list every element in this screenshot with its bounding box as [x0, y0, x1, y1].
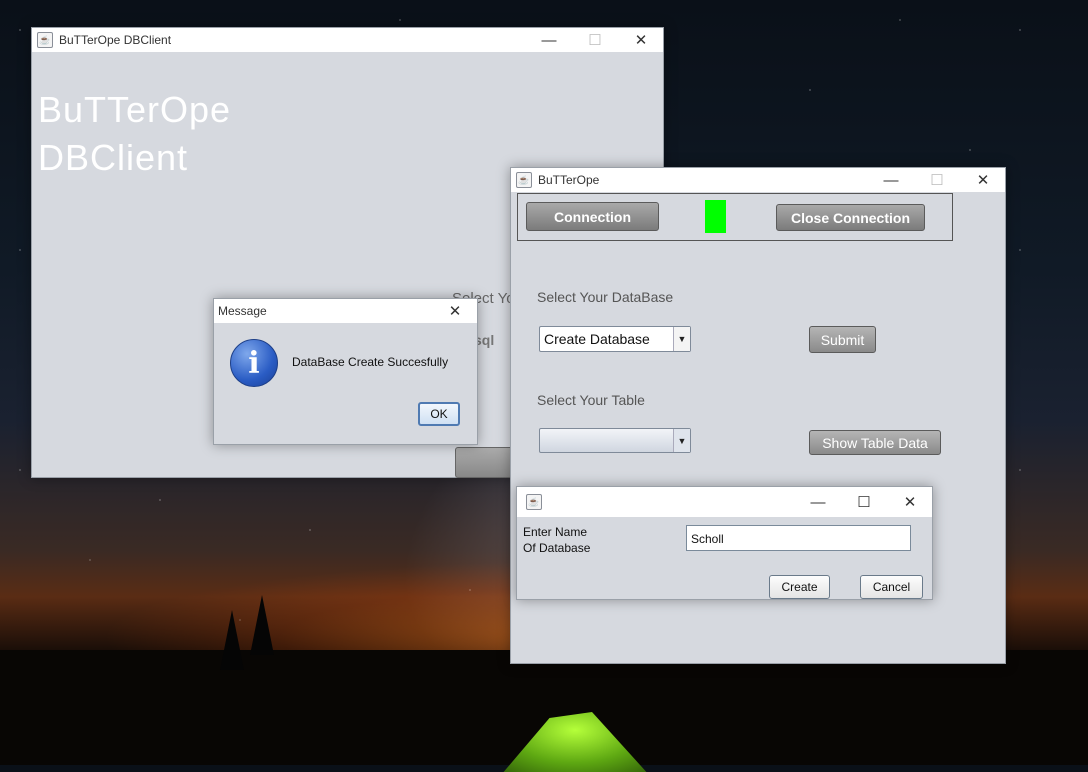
maximize-icon[interactable]: ☐	[573, 28, 617, 52]
app-heading: BuTTerOpe DBClient	[38, 86, 231, 182]
submit-button[interactable]: Submit	[809, 326, 876, 353]
partial-button[interactable]	[455, 447, 517, 478]
close-connection-button[interactable]: Close Connection	[776, 204, 925, 231]
table-combo[interactable]: ▼	[539, 428, 691, 453]
database-name-value: Scholl	[691, 532, 724, 546]
message-dialog-titlebar[interactable]: Message ✕	[214, 299, 477, 323]
desktop-tree	[220, 610, 244, 670]
minimize-icon[interactable]: —	[527, 28, 571, 52]
maximize-icon[interactable]: ☐	[842, 487, 886, 517]
message-dialog-title: Message	[218, 304, 267, 318]
minimize-icon[interactable]: —	[796, 487, 840, 517]
java-icon: ☕	[516, 172, 532, 188]
close-icon[interactable]: ✕	[888, 487, 932, 517]
cancel-button[interactable]: Cancel	[860, 575, 923, 599]
ok-button[interactable]: OK	[418, 402, 460, 426]
connection-button[interactable]: Connection	[526, 202, 659, 231]
database-name-label-line1: Enter Name	[523, 525, 588, 539]
app-heading-line1: BuTTerOpe	[38, 89, 232, 130]
database-combo[interactable]: Create Database ▼	[539, 326, 691, 352]
chevron-down-icon[interactable]: ▼	[673, 327, 690, 351]
minimize-icon[interactable]: —	[869, 168, 913, 192]
info-icon: i	[230, 339, 278, 387]
select-table-label: Select Your Table	[537, 392, 645, 408]
create-database-dialog: ☕ — ☐ ✕ Enter Name Of Database Scholl Cr…	[516, 486, 933, 600]
database-name-label: Enter Name Of Database	[523, 524, 590, 556]
desktop-tree	[250, 595, 274, 655]
java-icon: ☕	[37, 32, 53, 48]
select-database-label: Select Your DataBase	[537, 289, 674, 305]
create-button[interactable]: Create	[769, 575, 830, 599]
close-icon[interactable]: ✕	[433, 299, 477, 323]
close-icon[interactable]: ✕	[619, 28, 663, 52]
maximize-icon[interactable]: ☐	[915, 168, 959, 192]
main-window-titlebar[interactable]: ☕ BuTTerOpe DBClient — ☐ ✕	[32, 28, 663, 52]
butterope-titlebar[interactable]: ☕ BuTTerOpe — ☐ ✕	[511, 168, 1005, 192]
close-icon[interactable]: ✕	[961, 168, 1005, 192]
database-name-input[interactable]: Scholl	[686, 525, 911, 551]
connection-status-indicator	[705, 200, 726, 233]
create-dialog-titlebar[interactable]: ☕ — ☐ ✕	[517, 487, 932, 517]
main-window-title: BuTTerOpe DBClient	[59, 33, 172, 47]
app-heading-line2: DBClient	[38, 137, 189, 178]
butterope-title: BuTTerOpe	[538, 173, 600, 187]
chevron-down-icon[interactable]: ▼	[673, 429, 690, 452]
java-icon: ☕	[526, 494, 542, 510]
show-table-data-button[interactable]: Show Table Data	[809, 430, 941, 455]
message-text: DataBase Create Succesfully	[292, 355, 449, 369]
database-name-label-line2: Of Database	[523, 541, 591, 555]
message-dialog: Message ✕ i DataBase Create Succesfully …	[213, 298, 478, 445]
database-combo-value: Create Database	[544, 331, 650, 347]
